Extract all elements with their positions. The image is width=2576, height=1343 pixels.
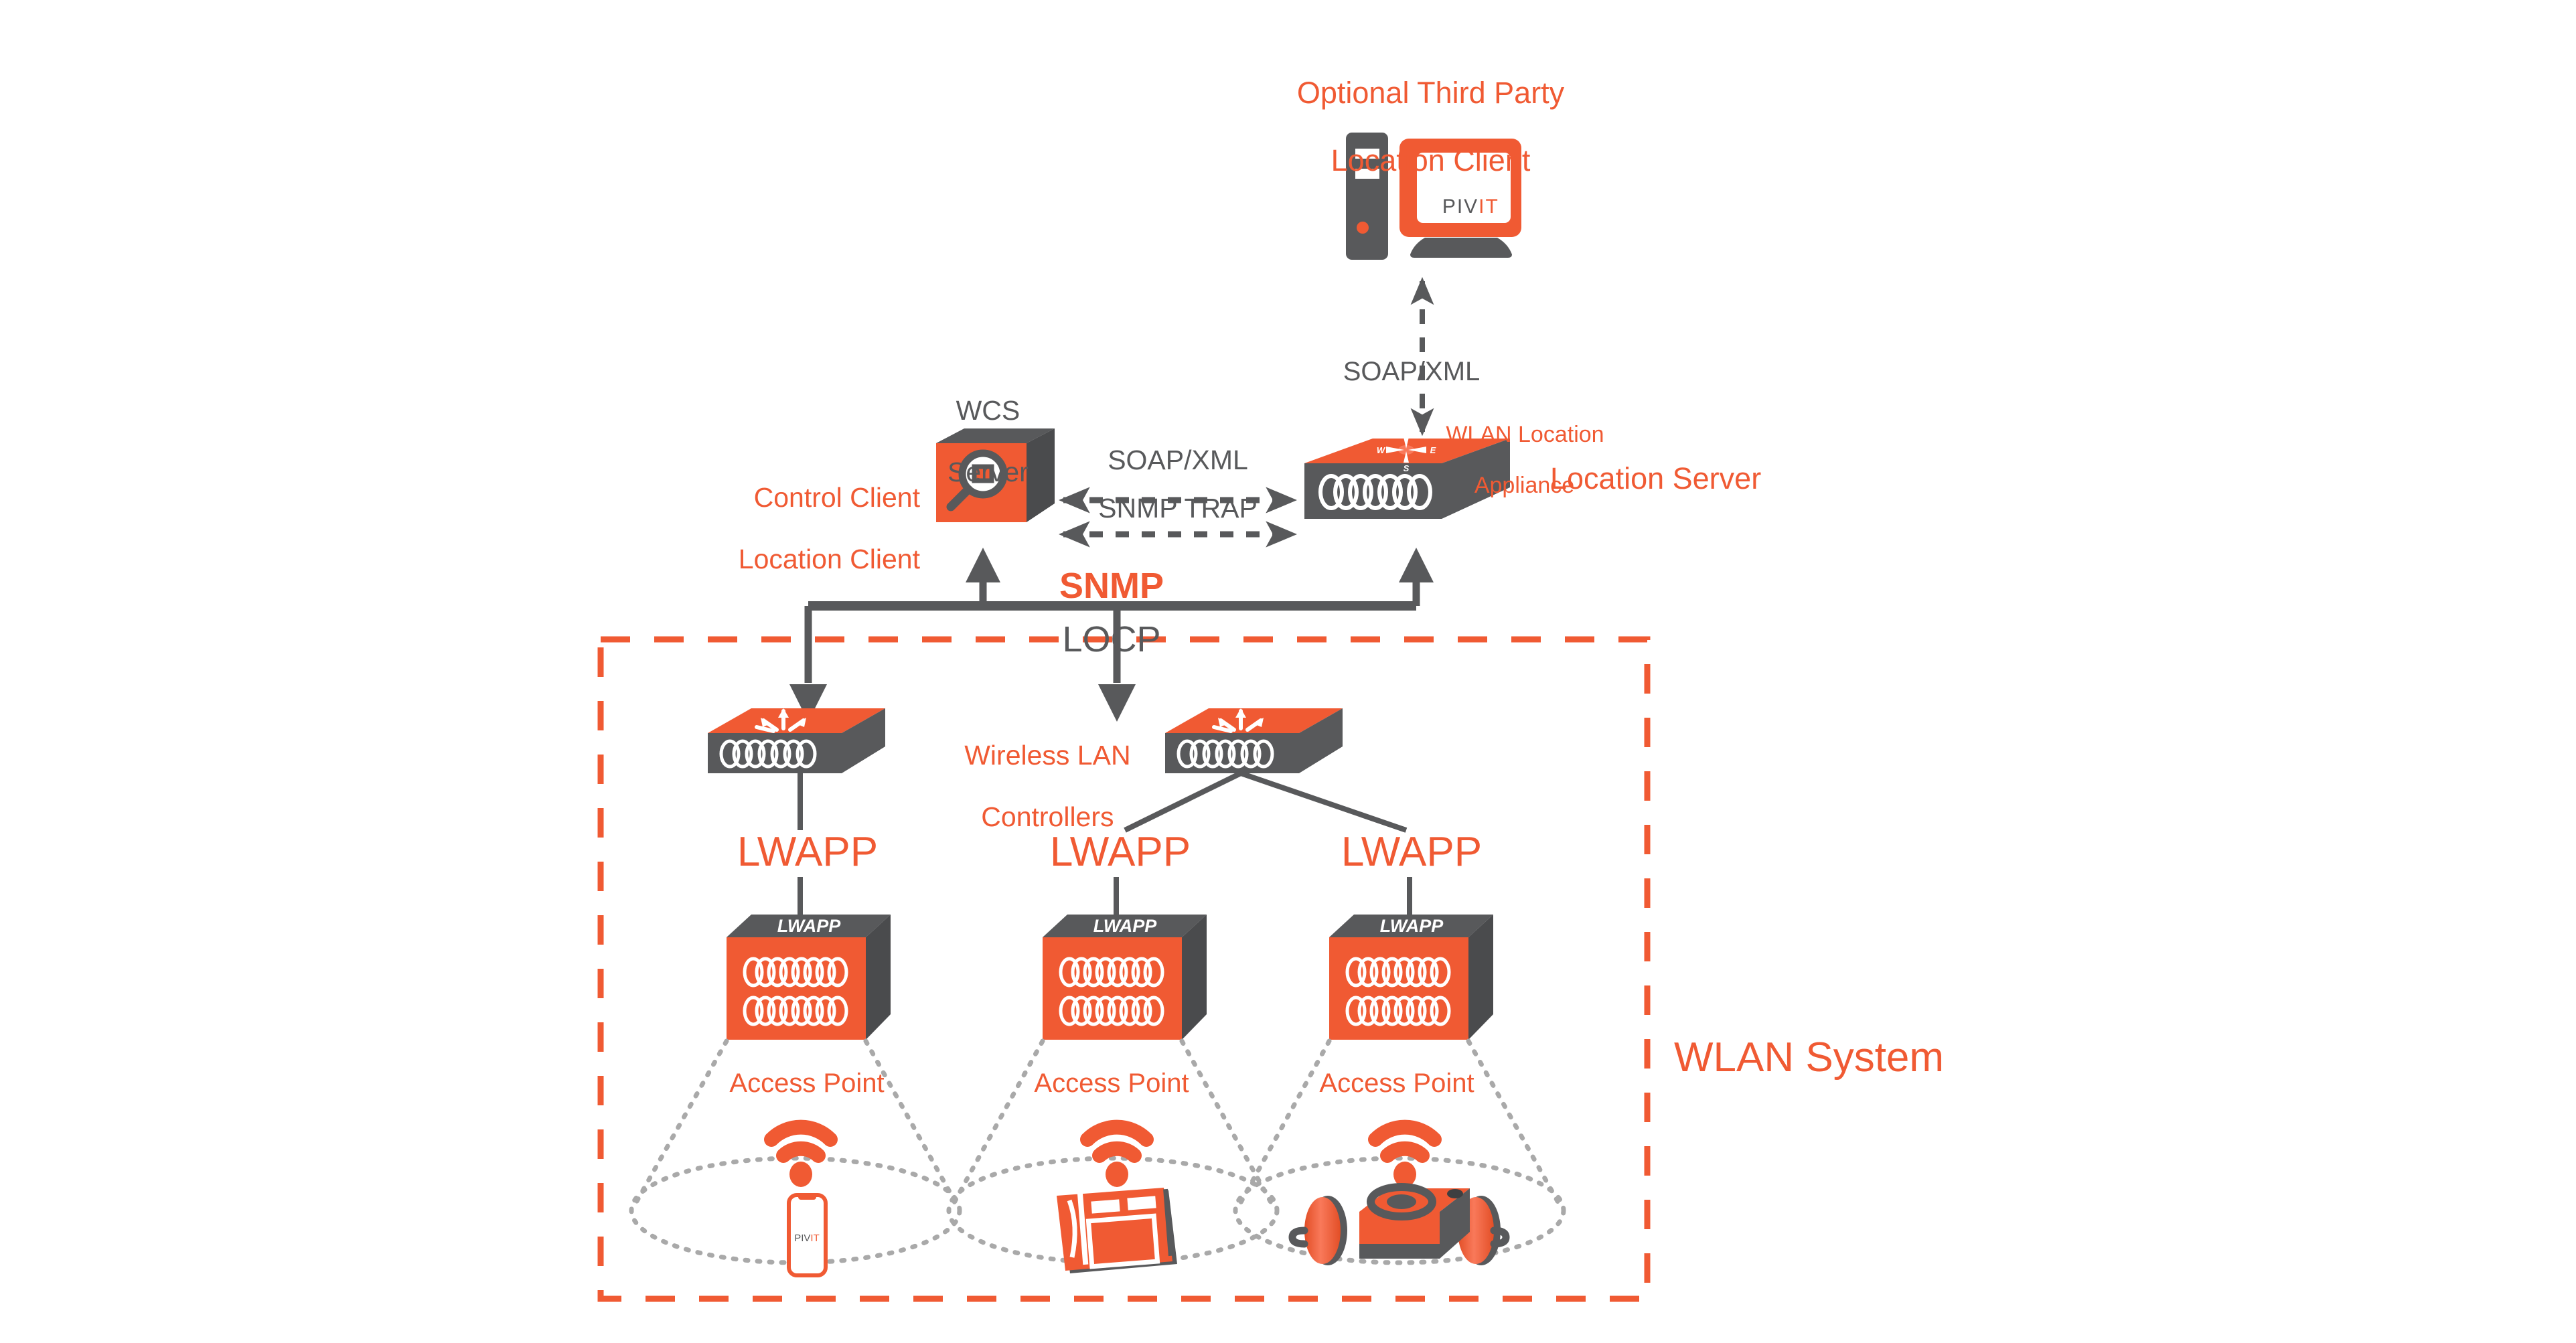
access-point-icon-2: LWAPP — [1043, 915, 1207, 1040]
lwapp-link-label-3: LWAPP — [1341, 829, 1483, 875]
location-server-label: Location Server — [1550, 461, 1762, 495]
diagram-graphics: N S W E LWAPP LWAPP LWAPP PIVIT — [597, 133, 1651, 1302]
wcs-server-title: WCS Server — [948, 394, 1029, 487]
wifi-signal-icons — [764, 1119, 1442, 1187]
wireless-speaker-client-icon — [1288, 1183, 1510, 1265]
locp-label: LOCP — [1062, 619, 1161, 659]
smartphone-client-icon: PIVIT — [787, 1193, 828, 1277]
svg-text:S: S — [1404, 463, 1410, 473]
wlan-system-label: WLAN System — [1674, 1034, 1945, 1081]
svg-text:PIVIT: PIVIT — [794, 1233, 820, 1244]
svg-text:LWAPP: LWAPP — [1380, 916, 1444, 936]
soap-xml-horizontal-label: SOAP/XML — [1108, 445, 1248, 475]
access-point-label-3: Access Point — [1319, 1069, 1474, 1098]
access-point-icon-1: LWAPP — [727, 915, 891, 1040]
svg-text:W: W — [1377, 445, 1386, 455]
wireless-lan-controllers-label: Wireless LAN Controllers — [964, 739, 1131, 832]
network-diagram-canvas: N S W E LWAPP LWAPP LWAPP PIVIT Optional… — [0, 0, 2576, 1343]
svg-text:LWAPP: LWAPP — [777, 916, 842, 936]
access-point-label-1: Access Point — [729, 1069, 885, 1098]
laptop-client-icon — [1057, 1188, 1177, 1273]
access-point-icon-3: LWAPP — [1329, 915, 1493, 1040]
soap-xml-vertical-label: SOAP/XML — [1343, 357, 1481, 386]
svg-text:N: N — [1403, 427, 1410, 437]
lwapp-link-label-1: LWAPP — [737, 829, 879, 875]
access-point-label-2: Access Point — [1034, 1069, 1189, 1098]
snmp-trap-label: SNMP TRAP — [1098, 493, 1258, 524]
lwapp-link-label-2: LWAPP — [1049, 829, 1191, 875]
third-party-client-title: Optional Third Party Location Client — [1296, 76, 1565, 178]
wcs-server-roles: Control Client Location Client — [738, 481, 920, 574]
svg-text:LWAPP: LWAPP — [1093, 916, 1158, 936]
third-party-client-screen-logo: PIVIT — [1442, 195, 1499, 218]
wlc-icon-1 — [708, 708, 885, 773]
wlc-icon-2 — [1165, 708, 1343, 773]
snmp-label: SNMP — [1059, 566, 1164, 606]
